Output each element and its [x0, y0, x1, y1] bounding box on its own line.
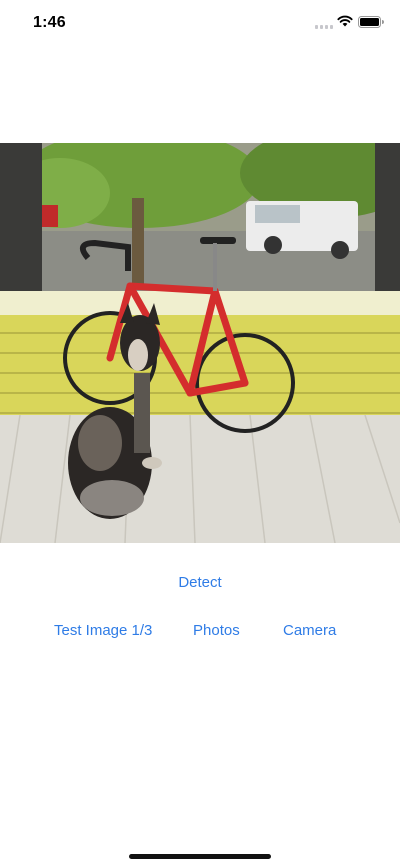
test-image-button[interactable]: Test Image 1/3: [54, 622, 152, 639]
battery-icon: [358, 16, 384, 28]
status-bar: 1:46: [0, 0, 400, 46]
cellular-signal-icon: [315, 25, 334, 29]
dog-and-bicycle-photo: [0, 143, 400, 543]
camera-button[interactable]: Camera: [283, 622, 336, 639]
photos-button[interactable]: Photos: [193, 622, 240, 639]
status-time: 1:46: [33, 14, 66, 31]
detect-button[interactable]: Detect: [0, 574, 400, 591]
wifi-icon: [337, 15, 353, 27]
home-indicator[interactable]: [129, 854, 271, 859]
